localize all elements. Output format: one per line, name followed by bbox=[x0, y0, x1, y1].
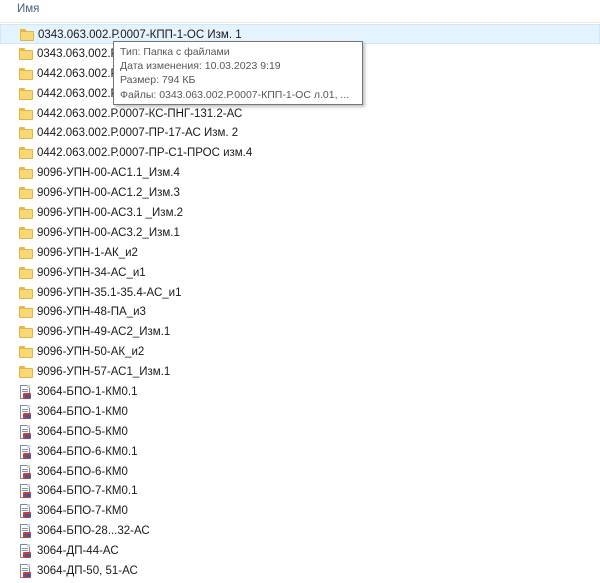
file-row[interactable]: 3064-БПО-7-КМ0.1 bbox=[0, 481, 600, 501]
folder-icon bbox=[19, 166, 33, 180]
file-name: 3064-БПО-6-КМ0.1 bbox=[37, 445, 138, 458]
folder-icon bbox=[19, 286, 33, 300]
file-row[interactable]: 3064-ДП-44-АС bbox=[0, 541, 600, 561]
file-row[interactable]: 9096-УПН-00-АС1.2_Изм.3 bbox=[0, 183, 600, 203]
file-row[interactable]: 3064-БПО-6-КМ0.1 bbox=[0, 442, 600, 462]
file-row[interactable]: 9096-УПН-35.1-35.4-АС_и1 bbox=[0, 283, 600, 303]
folder-icon bbox=[19, 146, 33, 160]
drawing-file-icon bbox=[19, 564, 33, 579]
file-name: 0442.063.002.Р.0007-ПР-С1-ПРОС изм.4 bbox=[37, 147, 253, 160]
file-name: 9096-УПН-57-АС1_Изм.1 bbox=[37, 366, 171, 379]
folder-icon bbox=[19, 325, 33, 339]
drawing-file-icon bbox=[19, 444, 33, 459]
file-name: 0343.063.002.Р. bbox=[37, 47, 120, 60]
file-name: 9096-УПН-00-АС3.1 _Изм.2 bbox=[37, 207, 184, 220]
folder-icon bbox=[19, 186, 33, 200]
file-name: 9096-УПН-00-АС3.2_Изм.1 bbox=[37, 226, 180, 239]
folder-icon bbox=[19, 345, 33, 359]
file-name: 9096-УПН-48-ПА_и3 bbox=[37, 306, 146, 319]
file-row[interactable]: 3064-ДП-50, 51-АС bbox=[0, 561, 600, 581]
file-name: 3064-БПО-7-КМ0.1 bbox=[37, 485, 138, 498]
file-row[interactable]: 9096-УПН-1-АК_и2 bbox=[0, 243, 600, 263]
file-row[interactable]: 9096-УПН-50-АК_и2 bbox=[0, 342, 600, 362]
folder-icon bbox=[19, 226, 33, 240]
file-name: 9096-УПН-1-АК_и2 bbox=[37, 246, 138, 259]
folder-icon bbox=[19, 365, 33, 379]
file-name: 0442.063.002.Р. bbox=[37, 67, 120, 80]
folder-icon bbox=[19, 107, 33, 121]
drawing-file-icon bbox=[19, 385, 33, 400]
column-header[interactable]: Имя bbox=[0, 0, 600, 23]
file-list: 0343.063.002.Р.0007-КПП-1-ОС Изм. 1 0343.… bbox=[0, 24, 600, 581]
file-row[interactable]: 3064-БПО-6-КМ0 bbox=[0, 462, 600, 482]
drawing-file-icon bbox=[19, 504, 33, 519]
folder-tooltip: Тип: Папка с файлами Дата изменения: 10.… bbox=[113, 41, 363, 105]
tooltip-files: Файлы: 0343.063.002.Р.0007-КПП-1-ОС л.01… bbox=[120, 88, 350, 101]
file-row[interactable]: 0442.063.002.Р.0007-ПР-17-АС Изм. 2 bbox=[0, 123, 600, 143]
file-row[interactable]: 9096-УПН-00-АС1.1_Изм.4 bbox=[0, 163, 600, 183]
file-row[interactable]: 9096-УПН-00-АС3.1 _Изм.2 bbox=[0, 203, 600, 223]
file-row[interactable]: 3064-БПО-5-КМ0 bbox=[0, 422, 600, 442]
file-row[interactable]: 9096-УПН-48-ПА_и3 bbox=[0, 302, 600, 322]
file-row[interactable]: 9096-УПН-00-АС3.2_Изм.1 bbox=[0, 223, 600, 243]
file-row[interactable]: 0442.063.002.Р.0007-ПР-С1-ПРОС изм.4 bbox=[0, 143, 600, 163]
folder-icon bbox=[19, 47, 33, 61]
drawing-file-icon bbox=[19, 424, 33, 439]
file-name: 3064-БПО-7-КМ0 bbox=[37, 505, 128, 518]
folder-icon bbox=[19, 305, 33, 319]
file-name: 3064-БПО-5-КМ0 bbox=[37, 425, 128, 438]
file-row[interactable]: 3064-БПО-1-КМ0.1 bbox=[0, 382, 600, 402]
folder-icon bbox=[19, 126, 33, 140]
file-row[interactable]: 9096-УПН-34-АС_и1 bbox=[0, 263, 600, 283]
folder-icon bbox=[19, 246, 33, 260]
file-row[interactable]: 3064-БПО-7-КМ0 bbox=[0, 501, 600, 521]
folder-icon bbox=[19, 266, 33, 280]
tooltip-type: Тип: Папка с файлами bbox=[120, 46, 230, 58]
file-name: 0442.063.002.Р. bbox=[37, 87, 120, 100]
file-row[interactable]: 9096-УПН-57-АС1_Изм.1 bbox=[0, 362, 600, 382]
file-row[interactable]: 0442.063.002.Р.0007-КС-ПНГ-131.2-АС bbox=[0, 104, 600, 124]
tooltip-size: Размер: 794 КБ bbox=[120, 74, 196, 87]
drawing-file-icon bbox=[19, 464, 33, 479]
name-column-header[interactable]: Имя bbox=[17, 3, 39, 15]
folder-icon bbox=[20, 28, 34, 42]
drawing-file-icon bbox=[19, 484, 33, 499]
file-name: 9096-УПН-00-АС1.1_Изм.4 bbox=[37, 167, 180, 180]
file-name: 3064-БПО-28...32-АС bbox=[37, 525, 150, 538]
file-name: 3064-БПО-1-КМ0.1 bbox=[37, 386, 138, 399]
file-name: 3064-ДП-50, 51-АС bbox=[37, 565, 138, 578]
file-row[interactable]: 9096-УПН-49-АС2_Изм.1 bbox=[0, 322, 600, 342]
file-name: 9096-УПН-49-АС2_Изм.1 bbox=[37, 326, 171, 339]
file-name: 0343.063.002.Р.0007-КПП-1-ОС Изм. 1 bbox=[38, 29, 242, 41]
drawing-file-icon bbox=[19, 544, 33, 559]
file-name: 0442.063.002.Р.0007-КС-ПНГ-131.2-АС bbox=[37, 107, 243, 120]
file-name: 9096-УПН-50-АК_и2 bbox=[37, 346, 145, 359]
folder-icon bbox=[19, 87, 33, 101]
file-row[interactable]: 3064-БПО-1-КМ0 bbox=[0, 402, 600, 422]
file-row[interactable]: 3064-БПО-28...32-АС bbox=[0, 521, 600, 541]
folder-icon bbox=[19, 67, 33, 81]
folder-icon bbox=[19, 206, 33, 220]
drawing-file-icon bbox=[19, 404, 33, 419]
file-name: 9096-УПН-00-АС1.2_Изм.3 bbox=[37, 187, 180, 200]
drawing-file-icon bbox=[19, 524, 33, 539]
file-name: 0442.063.002.Р.0007-ПР-17-АС Изм. 2 bbox=[37, 127, 239, 140]
file-name: 3064-ДП-44-АС bbox=[37, 545, 119, 558]
file-name: 9096-УПН-34-АС_и1 bbox=[37, 266, 146, 279]
file-name: 9096-УПН-35.1-35.4-АС_и1 bbox=[37, 286, 182, 299]
file-name: 3064-БПО-1-КМ0 bbox=[37, 405, 128, 418]
tooltip-date: Дата изменения: 10.03.2023 9:19 bbox=[120, 60, 281, 73]
file-name: 3064-БПО-6-КМ0 bbox=[37, 465, 128, 478]
